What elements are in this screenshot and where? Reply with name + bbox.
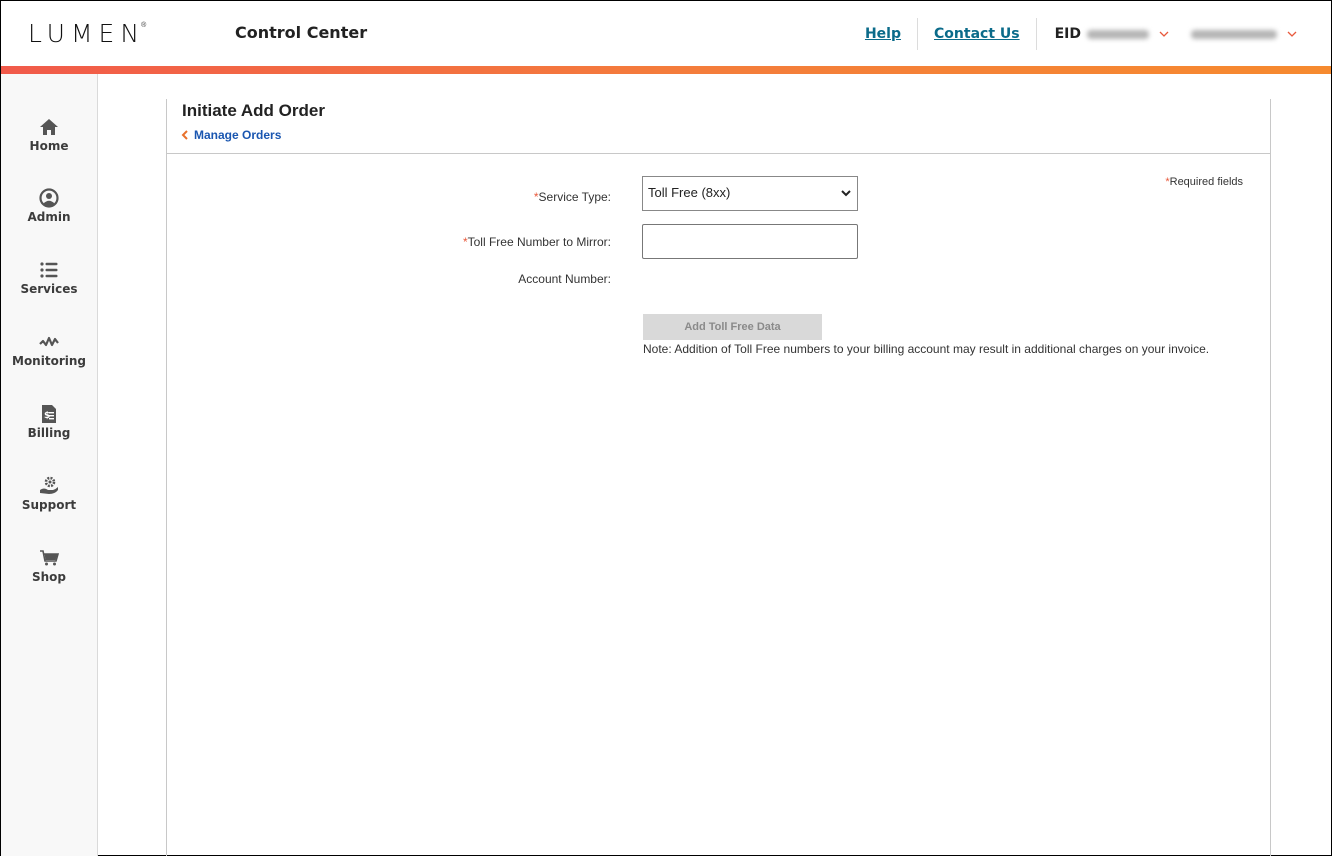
eid-value-redacted — [1087, 29, 1149, 39]
chevron-down-icon — [1287, 31, 1297, 37]
lumen-logo[interactable]: LUMEN ® — [28, 21, 146, 47]
registered-mark: ® — [141, 22, 147, 29]
sidebar-item-label: Admin — [27, 210, 71, 224]
cart-icon — [40, 550, 60, 566]
logo-text: LUMEN — [28, 19, 146, 48]
pulse-icon — [39, 336, 59, 347]
sidebar-item-shop[interactable]: Shop — [1, 547, 97, 584]
sidebar-item-home[interactable]: Home — [1, 116, 97, 153]
header-actions: Help Contact Us EID — [849, 18, 1331, 50]
billing-note: Note: Addition of Toll Free numbers to y… — [643, 342, 1210, 356]
list-icon — [40, 262, 58, 278]
content-panel: Initiate Add Order Manage Orders *Requir… — [166, 99, 1271, 856]
sidebar-item-admin[interactable]: Admin — [1, 187, 97, 224]
accent-bar — [1, 66, 1331, 74]
sidebar-item-billing[interactable]: $ Billing — [1, 403, 97, 440]
eid-selector[interactable]: EID — [1037, 26, 1169, 42]
account-number-label: Account Number: — [518, 272, 611, 286]
toll-free-number-label: *Toll Free Number to Mirror: — [463, 235, 611, 249]
page-header: Initiate Add Order Manage Orders — [167, 99, 1270, 154]
home-icon — [40, 119, 58, 135]
support-gear-hand-icon — [40, 476, 58, 494]
top-header: LUMEN ® Control Center Help Contact Us E… — [1, 1, 1331, 66]
toll-free-number-input[interactable] — [642, 224, 858, 259]
user-circle-icon — [39, 188, 59, 208]
label-text: Toll Free Number to Mirror: — [467, 235, 611, 249]
sidebar-item-label: Shop — [31, 570, 67, 584]
label-text: Service Type: — [538, 190, 611, 204]
help-link[interactable]: Help — [849, 18, 917, 50]
sidebar-nav: Home Admin Services Monitoring $ Billing… — [1, 74, 98, 856]
sidebar-item-label: Services — [20, 282, 78, 296]
username-redacted — [1191, 29, 1277, 39]
back-link-label: Manage Orders — [194, 128, 282, 142]
sidebar-item-label: Support — [21, 498, 77, 512]
required-fields-note: *Required fields — [1165, 176, 1243, 188]
sidebar-item-support[interactable]: Support — [1, 475, 97, 512]
contact-us-link[interactable]: Contact Us — [918, 18, 1036, 50]
sidebar-item-monitoring[interactable]: Monitoring — [1, 331, 97, 368]
sidebar-item-label: Home — [29, 139, 69, 153]
chevron-left-icon — [181, 130, 188, 140]
sidebar-item-label: Monitoring — [12, 354, 86, 368]
sidebar-item-services[interactable]: Services — [1, 259, 97, 296]
chevron-down-icon — [841, 190, 851, 197]
chevron-down-icon — [1159, 31, 1169, 37]
service-type-select[interactable]: Toll Free (8xx) — [642, 176, 858, 211]
manage-orders-link[interactable]: Manage Orders — [181, 128, 281, 142]
app-title: Control Center — [235, 23, 368, 42]
add-toll-free-data-button[interactable]: Add Toll Free Data — [643, 314, 822, 340]
selected-value: Toll Free (8xx) — [648, 185, 731, 200]
invoice-icon: $ — [42, 405, 56, 423]
sidebar-item-label: Billing — [27, 426, 71, 440]
page-title: Initiate Add Order — [182, 101, 325, 120]
required-note-text: Required fields — [1169, 176, 1243, 188]
user-menu[interactable] — [1191, 29, 1297, 39]
service-type-label: *Service Type: — [534, 190, 611, 204]
eid-label: EID — [1054, 26, 1081, 42]
